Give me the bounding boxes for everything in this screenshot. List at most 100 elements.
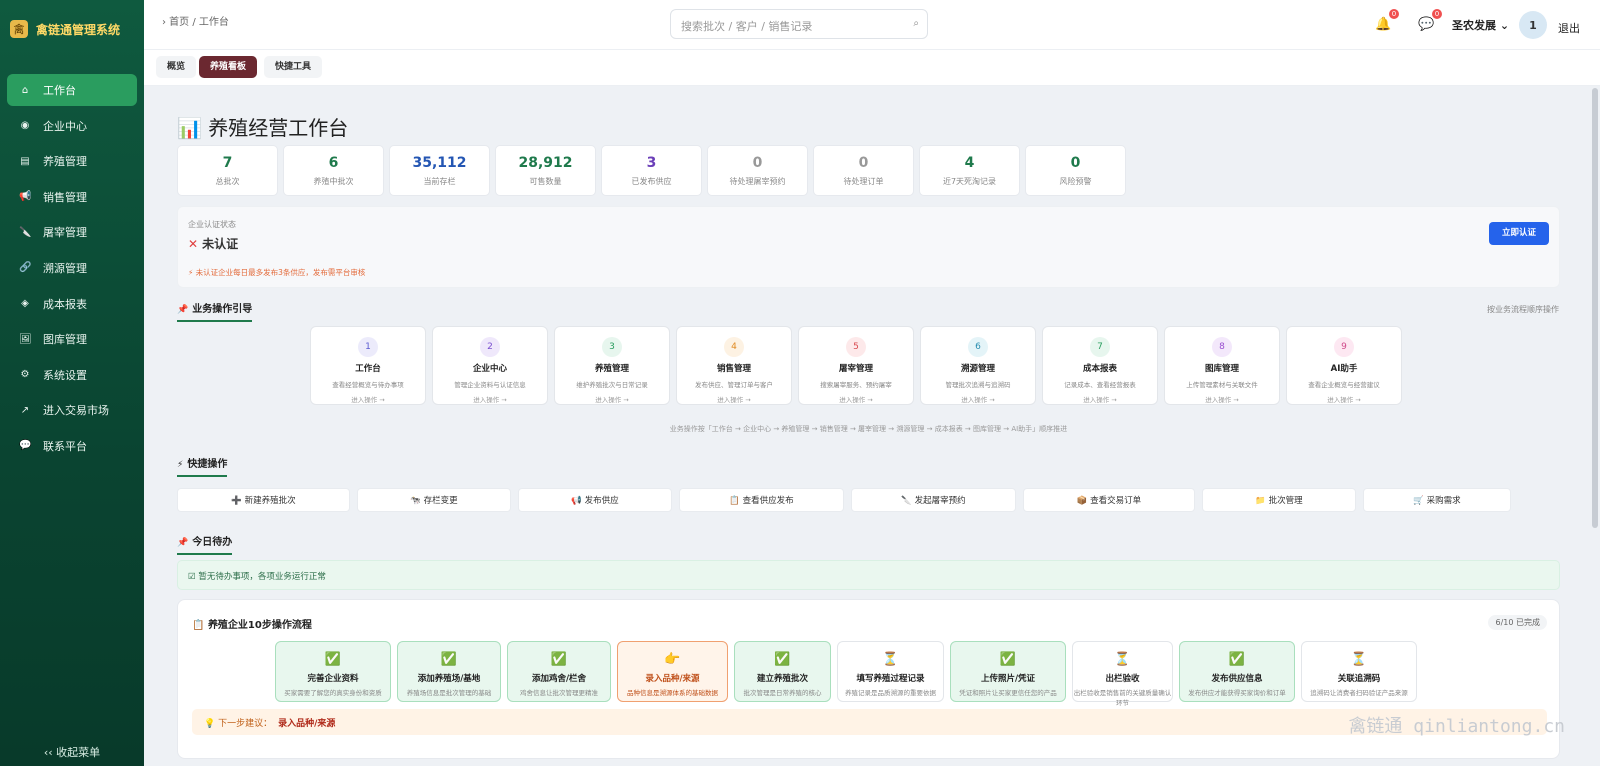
watermark: 禽链通 qinliantong.cn [1348, 716, 1565, 737]
quick-action-button[interactable]: 🛒 采购需求 [1363, 488, 1511, 512]
flow-step-title: 发布供应信息 [1211, 674, 1263, 684]
certify-button[interactable]: 立即认证 [1489, 222, 1549, 245]
user-menu[interactable]: 圣农发展 ⌄ [1452, 17, 1509, 33]
sidebar-item[interactable]: ◈ 成本报表 [7, 288, 137, 320]
step-number: 2 [480, 337, 500, 357]
search-input[interactable]: 搜索批次 / 客户 / 销售记录 ⌕ [670, 9, 928, 39]
quick-action-button[interactable]: 📦 查看交易订单 [1023, 488, 1195, 512]
guide-card[interactable]: 1 工作台 查看经营概览与待办事项 进入操作 → [310, 326, 426, 405]
stat-card[interactable]: 7 总批次 [177, 145, 278, 196]
guide-card-link[interactable]: 进入操作 → [433, 394, 547, 404]
flow-step[interactable]: 👉 录入品种/来源 品种信息是溯源体系的基础数据 [617, 641, 728, 702]
flow-step-title: 录入品种/来源 [645, 674, 700, 684]
quick-action-button[interactable]: 📢 发布供应 [518, 488, 672, 512]
guide-card[interactable]: 6 溯源管理 管理批次追溯与追溯码 进入操作 → [920, 326, 1036, 405]
guide-card-link[interactable]: 进入操作 → [1287, 394, 1401, 404]
lightning-icon: ⚡ [177, 460, 184, 470]
guide-card[interactable]: 9 AI助手 查看企业概览与经营建议 进入操作 → [1286, 326, 1402, 405]
check-icon: ✅ [1228, 652, 1246, 667]
tab-overview[interactable]: 概览 [156, 56, 197, 78]
bell-icon[interactable]: 🔔 0 [1375, 9, 1400, 32]
clipboard-icon: 📋 [192, 620, 205, 631]
breadcrumb[interactable]: › 首页 / 工作台 [162, 13, 229, 28]
stat-value: 35,112 [412, 155, 467, 171]
stat-card[interactable]: 3 已发布供应 [601, 145, 702, 196]
stat-card[interactable]: 4 近7天死淘记录 [919, 145, 1020, 196]
guide-card-title: 企业中心 [472, 364, 507, 374]
stat-card[interactable]: 0 待处理订单 [813, 145, 914, 196]
sidebar-item[interactable]: 🔗 溯源管理 [7, 252, 137, 284]
stat-card[interactable]: 35,112 当前存栏 [389, 145, 490, 196]
flow-step[interactable]: ✅ 添加养殖场/基地 养殖场信息是批次管理的基础 [397, 641, 501, 702]
sidebar-item[interactable]: 📢 销售管理 [7, 181, 137, 213]
guide-card[interactable]: 4 销售管理 发布供应、管理订单与客户 进入操作 → [676, 326, 792, 405]
sidebar-item[interactable]: ▤ 养殖管理 [7, 145, 137, 177]
guide-card-desc: 查看经营概览与待办事项 [332, 381, 404, 389]
flow-step[interactable]: ⏳ 关联追溯码 追溯码让消费者扫码验证产品来源 [1301, 641, 1417, 702]
step-number: 7 [1090, 337, 1110, 357]
guide-card-link[interactable]: 进入操作 → [1043, 394, 1157, 404]
stat-card[interactable]: 0 待处理屠宰预约 [707, 145, 808, 196]
flow-step[interactable]: ✅ 建立养殖批次 批次管理是日常养殖的核心 [734, 641, 831, 702]
scrollbar[interactable] [1592, 88, 1598, 528]
logout-button[interactable]: 退出 [1558, 20, 1580, 36]
menu-icon: ⌂ [21, 84, 29, 96]
sidebar-item[interactable]: ◉ 企业中心 [7, 110, 137, 142]
guide-card-link[interactable]: 进入操作 → [555, 394, 669, 404]
stat-card[interactable]: 6 养殖中批次 [283, 145, 384, 196]
guide-card-link[interactable]: 进入操作 → [799, 394, 913, 404]
check-icon: ✅ [550, 652, 568, 667]
quick-action-button[interactable]: ➕ 新建养殖批次 [177, 488, 350, 512]
quick-action-button[interactable]: 🐄 存栏变更 [357, 488, 511, 512]
flow-title: 📋 养殖企业10步操作流程 [192, 616, 312, 631]
guide-flow-text: 业务操作按「工作台 → 企业中心 → 养殖管理 → 销售管理 → 屠宰管理 → … [669, 425, 1068, 433]
next-suggestion[interactable]: 💡 下一步建议： 录入品种/来源 [192, 709, 1547, 735]
message-icon[interactable]: 💬 0 [1418, 9, 1443, 32]
sidebar-item-label: 养殖管理 [43, 155, 87, 169]
stat-label: 风险预警 [1059, 177, 1092, 186]
sidebar-item[interactable]: 🖼 图库管理 [7, 323, 137, 355]
flow-step[interactable]: ✅ 发布供应信息 发布供应才能获得买家询价和订单 [1179, 641, 1295, 702]
guide-card-link[interactable]: 进入操作 → [921, 394, 1035, 404]
brand[interactable]: 禽 禽链通管理系统 [0, 0, 144, 58]
menu-icon: 📢 [19, 191, 32, 203]
quick-action-button[interactable]: 📋 查看供应发布 [679, 488, 844, 512]
cert-status: ✕ 未认证 [188, 235, 238, 252]
collapse-menu-button[interactable]: ‹‹ 收起菜单 [0, 744, 144, 764]
flow-step[interactable]: ⏳ 出栏验收 出栏验收是销售前的关键质量确认环节 [1072, 641, 1173, 707]
stat-card[interactable]: 0 风险预警 [1025, 145, 1126, 196]
stat-value: 0 [1070, 155, 1081, 171]
search-icon[interactable]: ⌕ [913, 18, 919, 29]
menu-icon: 🔗 [19, 262, 32, 274]
stat-value: 6 [328, 155, 339, 171]
guide-card-link[interactable]: 进入操作 → [677, 394, 791, 404]
menu-icon: 💬 [19, 440, 32, 452]
avatar[interactable]: 1 [1519, 11, 1547, 39]
sidebar-item[interactable]: 💬 联系平台 [7, 430, 137, 462]
quick-action-button[interactable]: 🔪 发起屠宰预约 [851, 488, 1016, 512]
flow-step[interactable]: ✅ 添加鸡舍/栏舍 鸡舍信息让批次管理更精准 [507, 641, 611, 702]
quick-action-button[interactable]: 📁 批次管理 [1202, 488, 1356, 512]
guide-card-desc: 查看企业概览与经营建议 [1308, 381, 1380, 389]
guide-card[interactable]: 8 图库管理 上传管理素材与关联文件 进入操作 → [1164, 326, 1280, 405]
flow-step-desc: 养殖场信息是批次管理的基础 [406, 689, 492, 697]
stat-card[interactable]: 28,912 可售数量 [495, 145, 596, 196]
guide-card[interactable]: 3 养殖管理 维护养殖批次与日常记录 进入操作 → [554, 326, 670, 405]
sidebar-item[interactable]: ↗ 进入交易市场 [7, 394, 137, 426]
sidebar-item[interactable]: 🔪 屠宰管理 [7, 216, 137, 248]
flow-step[interactable]: ✅ 上传照片/凭证 凭证和照片让买家更信任您的产品 [950, 641, 1066, 702]
tab-breeding-board[interactable]: 养殖看板 [199, 56, 258, 78]
main-content: 📊 养殖经营工作台 7 总批次 6 养殖中批次 35,112 当前存栏 28,912 可售数量… [144, 86, 1593, 766]
guide-card-link[interactable]: 进入操作 → [311, 394, 425, 404]
flow-step[interactable]: ✅ 完善企业资料 买家需要了解您的真实身份和资质 [275, 641, 391, 702]
guide-card-title: 图库管理 [1204, 364, 1239, 374]
guide-card[interactable]: 7 成本报表 记录成本、查看经营报表 进入操作 → [1042, 326, 1158, 405]
guide-card[interactable]: 5 屠宰管理 搜索屠宰服务、预约屠宰 进入操作 → [798, 326, 914, 405]
guide-card[interactable]: 2 企业中心 管理企业资料与认证信息 进入操作 → [432, 326, 548, 405]
flow-step-title: 添加养殖场/基地 [417, 674, 481, 684]
flow-step[interactable]: ⏳ 填写养殖过程记录 养殖记录是品质溯源的重要依据 [837, 641, 944, 702]
sidebar-item[interactable]: ⚙ 系统设置 [7, 359, 137, 391]
sidebar-item[interactable]: ⌂ 工作台 [7, 74, 137, 106]
guide-card-link[interactable]: 进入操作 → [1165, 394, 1279, 404]
tab-quick-tools[interactable]: 快捷工具 [264, 56, 323, 78]
